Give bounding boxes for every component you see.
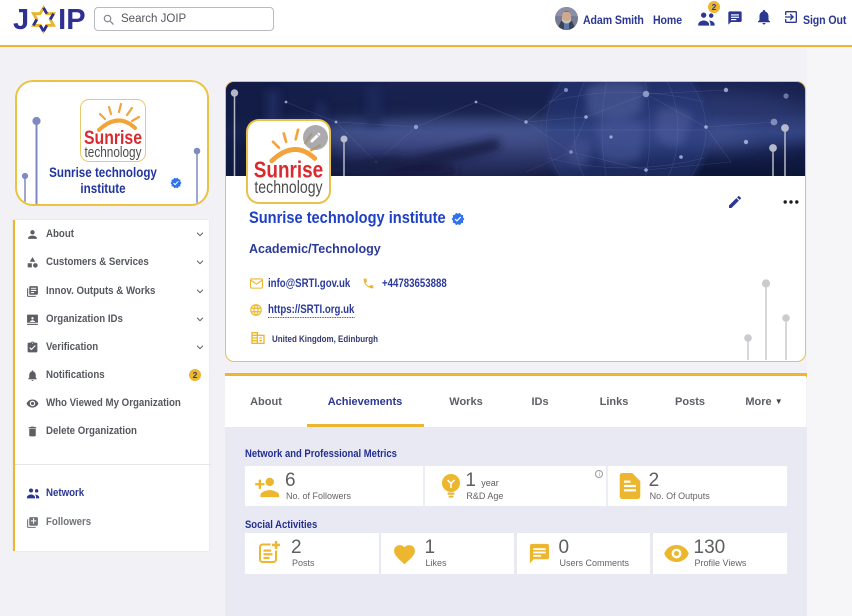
svg-text:technology: technology xyxy=(254,177,322,197)
svg-text:technology: technology xyxy=(85,145,143,161)
